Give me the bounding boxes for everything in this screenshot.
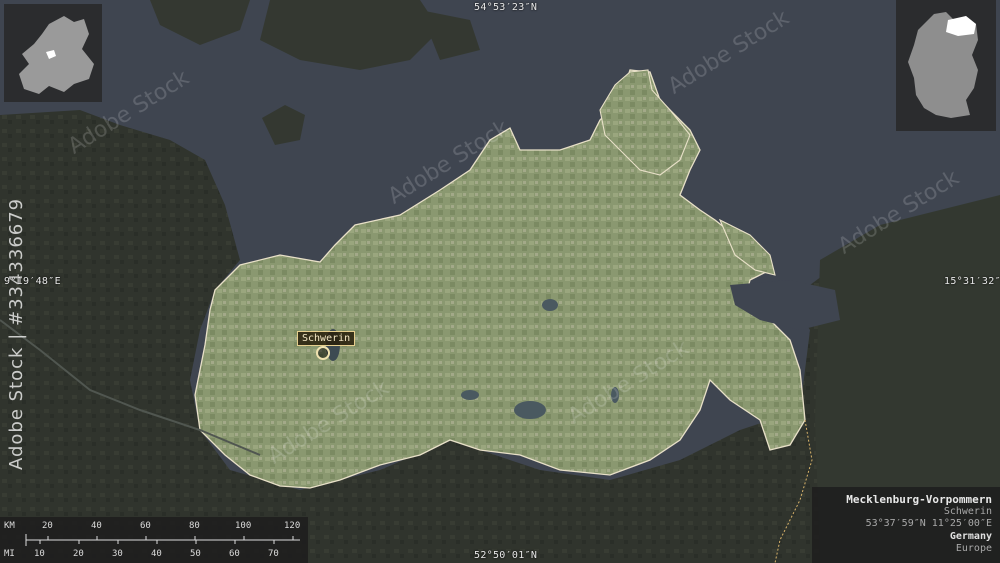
scale-bar: KM MI 20 40 60 80 100 120 10 20 30 40 50… — [0, 517, 308, 563]
lake-muritz — [514, 401, 546, 419]
capital-coordinates: 53°37′59″N 11°25′00″E — [865, 518, 992, 529]
coord-right: 15°31′32″E — [944, 276, 1000, 287]
scale-mi-tick: 60 — [229, 549, 240, 559]
coord-bottom: 52°50′01″N — [474, 550, 538, 561]
scale-mi-tick: 40 — [151, 549, 162, 559]
scale-km-tick: 120 — [284, 521, 301, 531]
scale-mi-tick: 50 — [190, 549, 201, 559]
continent-name: Europe — [955, 543, 992, 554]
capital-marker — [316, 346, 330, 360]
scale-mi-tick: 10 — [34, 549, 45, 559]
scale-km-label: KM — [4, 521, 15, 531]
scale-km-tick: 40 — [91, 521, 102, 531]
region-name: Mecklenburg-Vorpommern — [846, 493, 992, 506]
scale-mi-label: MI — [4, 549, 15, 559]
scale-km-tick: 60 — [140, 521, 151, 531]
region-info-box: Mecklenburg-Vorpommern Schwerin 53°37′59… — [812, 487, 1000, 563]
coord-left: 9°19′48″E — [4, 276, 61, 287]
scale-mi-tick: 30 — [112, 549, 123, 559]
scale-km-tick: 20 — [42, 521, 53, 531]
scale-mi-tick: 70 — [268, 549, 279, 559]
stock-id: Adobe Stock | #334336679 — [6, 197, 27, 470]
lake-kummerow — [542, 299, 558, 311]
europe-inset — [4, 4, 102, 102]
country-name: Germany — [949, 531, 992, 542]
scale-km-tick: 100 — [235, 521, 252, 531]
europe-silhouette — [19, 16, 94, 94]
scale-mi-tick: 20 — [73, 549, 84, 559]
capital-name: Schwerin — [943, 506, 992, 517]
city-label-schwerin: Schwerin — [297, 331, 356, 346]
lake-plau — [461, 390, 479, 400]
germany-inset — [896, 0, 996, 131]
scale-km-tick: 80 — [189, 521, 200, 531]
coord-top: 54°53′23″N — [474, 2, 538, 13]
